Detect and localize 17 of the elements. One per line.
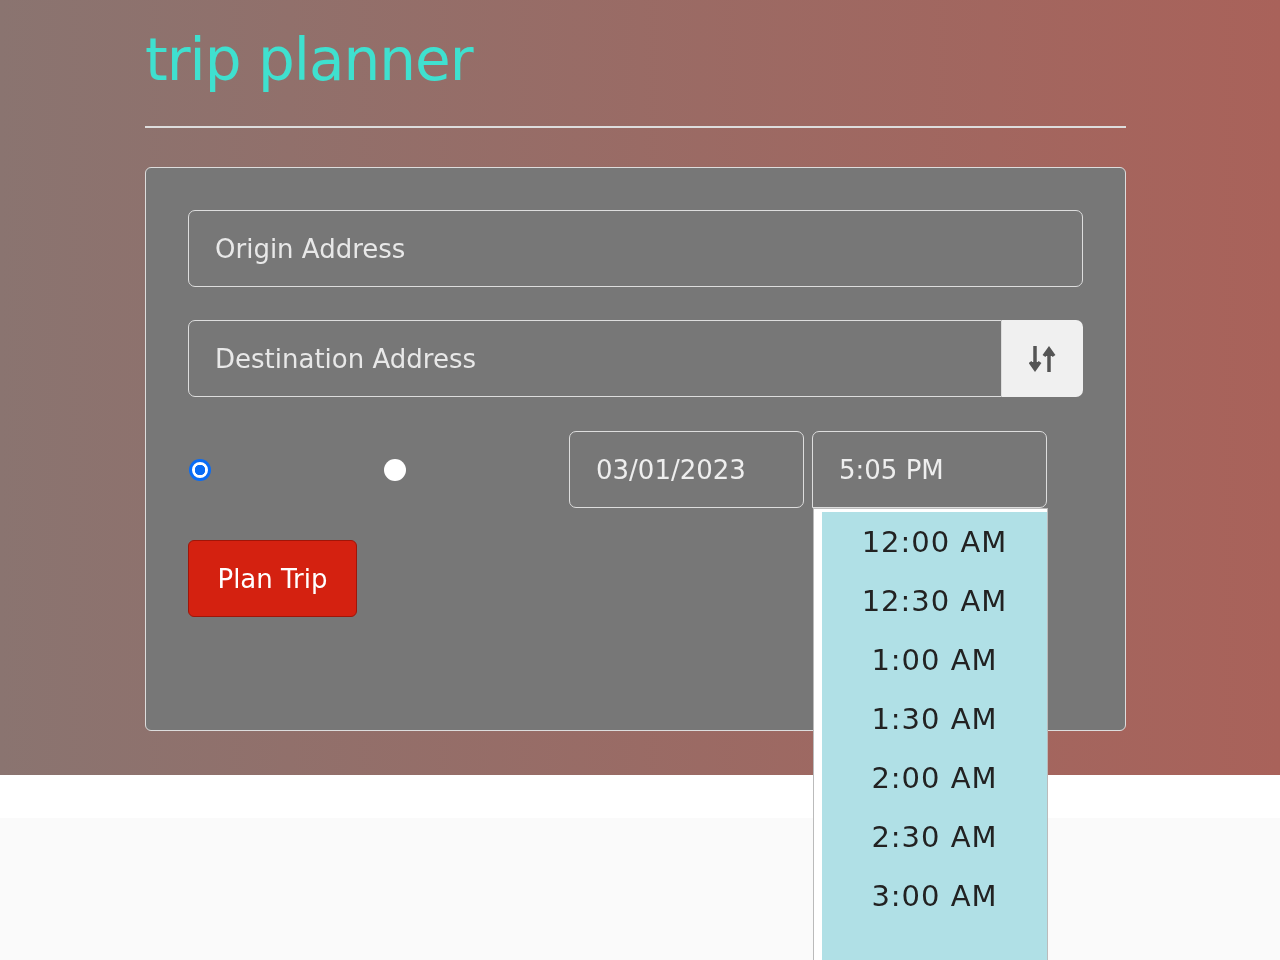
- time-option[interactable]: 2:30 AM: [822, 807, 1047, 866]
- time-option[interactable]: 12:30 AM: [822, 571, 1047, 630]
- radio-button[interactable]: [189, 458, 211, 481]
- time-option[interactable]: 1:00 AM: [822, 630, 1047, 689]
- radio-button[interactable]: [384, 458, 406, 481]
- page-title: trip planner: [145, 25, 475, 96]
- time-option[interactable]: 1:30 AM: [822, 689, 1047, 748]
- swap-arrows-icon: [1028, 343, 1057, 374]
- swap-button[interactable]: [1002, 320, 1083, 397]
- time-field[interactable]: 5:05 PM: [812, 431, 1047, 508]
- time-option[interactable]: 12:00 AM: [822, 512, 1047, 571]
- destination-field[interactable]: Destination Address: [188, 320, 1002, 397]
- time-option[interactable]: 2:00 AM: [822, 748, 1047, 807]
- plan-trip-button[interactable]: Plan Trip: [188, 540, 357, 617]
- date-field[interactable]: 03/01/2023: [569, 431, 804, 508]
- origin-field[interactable]: Origin Address: [188, 210, 1083, 287]
- time-option[interactable]: 3:00 AM: [822, 866, 1047, 925]
